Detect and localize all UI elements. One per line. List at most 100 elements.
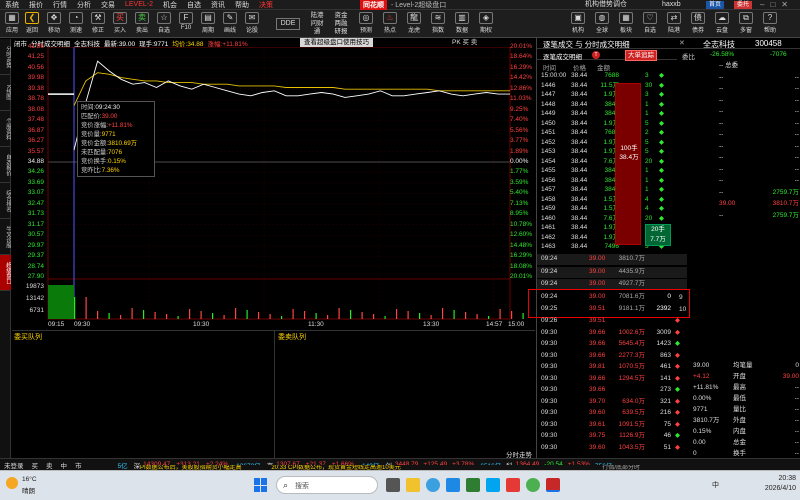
period-button[interactable]: ▤ 周期: [198, 12, 218, 34]
dragon-button[interactable]: 龍龙虎: [404, 12, 424, 34]
menu-decision[interactable]: 决策: [254, 0, 278, 10]
tick-row[interactable]: 1453 38.44 1.9万: [537, 147, 677, 157]
username[interactable]: haxxb: [662, 0, 681, 10]
auction-row[interactable]: 09:24 39.00 4435.9万: [537, 267, 689, 277]
sidebar-item-diagnosis[interactable]: 牛叉诊股: [0, 219, 11, 255]
edge-icon[interactable]: [426, 478, 440, 492]
tick-row[interactable]: 1452 38.44 1.9万: [537, 138, 677, 148]
tab-tick-detail[interactable]: 逐笔成交明细: [543, 51, 582, 61]
tick-row[interactable]: 1450 38.44 1.9万: [537, 119, 677, 129]
ime-indicator[interactable]: 中: [712, 480, 719, 490]
tick-row[interactable]: 1459 38.44 1.5万: [537, 204, 677, 214]
clock-date[interactable]: 2026/4/10: [748, 485, 796, 492]
index-button[interactable]: ≋ 指数: [428, 12, 448, 34]
menu-system[interactable]: 系统: [0, 0, 24, 10]
dde-button[interactable]: DDE: [276, 18, 300, 30]
tick-row[interactable]: 1457 38.44 3844: [537, 185, 677, 195]
home-button[interactable]: 首页: [706, 1, 725, 9]
minute-row[interactable]: 09:30 39.66 5645.4万 1423: [537, 339, 689, 349]
minute-row[interactable]: 09:26 39.51: [537, 316, 689, 326]
sidebar-item-kline[interactable]: K线图: [0, 75, 11, 111]
buy-button[interactable]: 买买入: [110, 12, 130, 34]
taskview-icon[interactable]: [386, 478, 400, 492]
speedtest-button[interactable]: ◔ 测速: [66, 12, 86, 34]
login-status[interactable]: 未登录: [0, 460, 28, 470]
weather-desc[interactable]: 晴朗: [22, 485, 35, 495]
store-icon[interactable]: [446, 478, 460, 492]
timeshare-chart[interactable]: [12, 47, 536, 330]
weather-temp[interactable]: 16°C: [22, 476, 37, 483]
order-button[interactable]: 委托: [734, 1, 753, 9]
menu-trade[interactable]: 交易: [96, 0, 120, 10]
toolbar-group-2[interactable]: 资金 两融 研报: [330, 12, 352, 36]
minute-row[interactable]: 09:30 39.60 1043.5万 51: [537, 443, 689, 453]
hkconnect-button[interactable]: ⇄ 陆港: [664, 12, 684, 34]
tick-row[interactable]: 1458 38.44 1.5万: [537, 195, 677, 205]
pk-controls[interactable]: PK 买 卖: [452, 38, 477, 47]
move-button[interactable]: ✥ 移动: [44, 12, 64, 34]
minute-row[interactable]: 09:30 39.60 639.5万 216: [537, 408, 689, 418]
menu-analysis[interactable]: 分析: [72, 0, 96, 10]
auction-row[interactable]: 09:24 39.00 3810.7万: [537, 254, 689, 264]
window-controls[interactable]: –□✕: [760, 0, 794, 10]
sector-button[interactable]: ▦ 板块: [616, 12, 636, 34]
app-icon-2[interactable]: [486, 478, 500, 492]
bond-button[interactable]: 债债券: [688, 12, 708, 34]
tab-big-orders[interactable]: 大单追踪: [625, 50, 657, 61]
explorer-icon[interactable]: [406, 478, 420, 492]
institution-button[interactable]: ▣ 机构: [568, 12, 588, 34]
auction-row[interactable]: 09:24 39.00 4927.7万: [537, 279, 689, 289]
sidebar-item-superlevel[interactable]: 超级盘口: [0, 255, 11, 291]
clock-time[interactable]: 20:38: [756, 475, 796, 482]
menu-quote[interactable]: 报价: [24, 0, 48, 10]
sidebar-item-timeshare[interactable]: 分时走势: [0, 39, 11, 75]
minute-row[interactable]: 09:30 39.66 1002.6万 3009: [537, 328, 689, 338]
tick-row[interactable]: 1447 38.44 1.9万: [537, 90, 677, 100]
minute-row[interactable]: 09:30 39.66 1294.5万 141: [537, 374, 689, 384]
minute-row[interactable]: 09:30 39.66 2277.3万 863: [537, 351, 689, 361]
app-icon-3[interactable]: [506, 478, 520, 492]
tick-row[interactable]: 1446 38.44 11.5万: [537, 81, 677, 91]
start-icon[interactable]: [254, 478, 268, 492]
tick-row[interactable]: 1449 38.44 3844: [537, 109, 677, 119]
tick-row[interactable]: 1454 38.44 7.6万: [537, 157, 677, 167]
sidebar-item-profile[interactable]: 个股资料: [0, 111, 11, 147]
status-market[interactable]: 市: [71, 460, 86, 470]
watch-button[interactable]: ♡ 自选: [640, 12, 660, 34]
minute-list[interactable]: 09:26 39.51 ◆ 09:30 39.66 1002.6万 3009 ◆ 09:30 39…: [537, 316, 689, 456]
toolbar-group-1[interactable]: 陆港 问财通: [306, 12, 328, 36]
hot-button[interactable]: ♨ 热点: [380, 12, 400, 34]
tick-row[interactable]: 1451 38.44 7688: [537, 128, 677, 138]
tick-row[interactable]: 15:00:00 38.44 7688: [537, 71, 677, 81]
app-icon-4[interactable]: [526, 478, 540, 492]
options-button[interactable]: ◈ 期权: [476, 12, 496, 34]
tips-banner[interactable]: 查看超级盘口使用技巧: [300, 38, 373, 47]
status-buy[interactable]: 买: [28, 460, 43, 470]
global-button[interactable]: ◍ 全球: [592, 12, 612, 34]
promo-link[interactable]: 机构借势调仓: [585, 0, 627, 10]
back-button[interactable]: ❮ 返回: [22, 12, 42, 34]
forum-button[interactable]: ✉ 论股: [242, 12, 262, 34]
f10-button[interactable]: F F10: [176, 12, 196, 31]
minute-row[interactable]: 09:30 39.75 1126.9万 46: [537, 431, 689, 441]
tick-row[interactable]: 1448 38.44 3844: [537, 100, 677, 110]
watchlist-button[interactable]: ☆ 自选: [154, 12, 174, 34]
multiwindow-button[interactable]: ⧉ 多窗: [736, 12, 756, 34]
menu-watchlist[interactable]: 自选: [182, 0, 206, 10]
minute-row[interactable]: 09:30 39.61 1091.5万 75: [537, 420, 689, 430]
weather-icon[interactable]: [6, 477, 18, 489]
tick-row[interactable]: 1456 38.44 3844: [537, 176, 677, 186]
menu-news[interactable]: 资讯: [206, 0, 230, 10]
sidebar-item-watchlist[interactable]: 自选报价: [0, 147, 11, 183]
timeshare-link[interactable]: 分时走势: [506, 449, 532, 459]
fix-button[interactable]: ⚒ 修正: [88, 12, 108, 34]
forecast-button[interactable]: ◎ 预测: [356, 12, 376, 34]
data-button[interactable]: ▥ 数据: [452, 12, 472, 34]
help-button[interactable]: ? 帮助: [760, 12, 780, 34]
close-icon[interactable]: ✕: [679, 39, 685, 47]
menu-market[interactable]: 行情: [48, 0, 72, 10]
draw-button[interactable]: ✎ 画线: [220, 12, 240, 34]
tick-row[interactable]: 1455 38.44 3844: [537, 166, 677, 176]
minute-row[interactable]: 09:30 39.66 273: [537, 385, 689, 395]
taskbar-search[interactable]: ⌕ 搜索: [276, 476, 378, 494]
